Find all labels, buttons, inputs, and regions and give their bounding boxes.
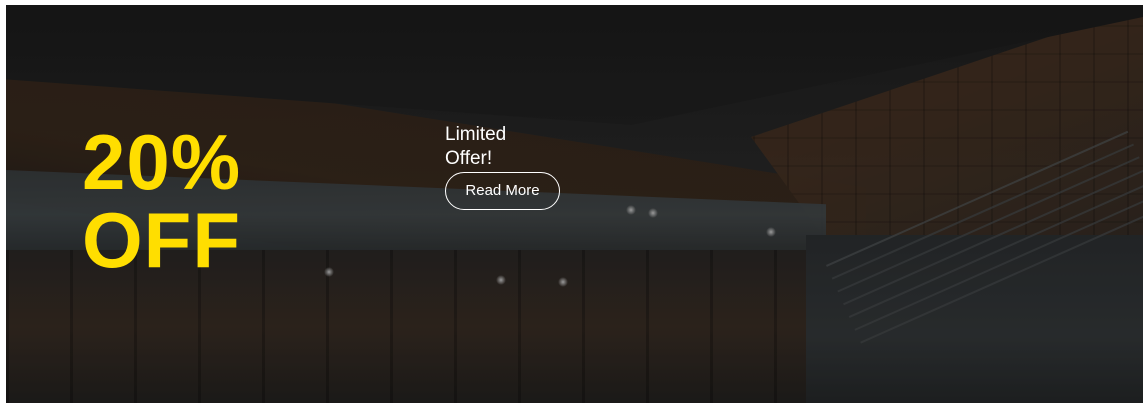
discount-percent: 20% bbox=[82, 118, 242, 206]
discount-off: OFF bbox=[82, 196, 241, 284]
read-more-button[interactable]: Read More bbox=[445, 172, 560, 210]
offer-block: Limited Offer! Read More bbox=[445, 123, 565, 210]
offer-title: Limited Offer! bbox=[445, 124, 507, 169]
promo-banner: 20% OFF Limited Offer! Read More bbox=[6, 5, 1143, 403]
discount-heading: 20% OFF bbox=[82, 123, 241, 279]
